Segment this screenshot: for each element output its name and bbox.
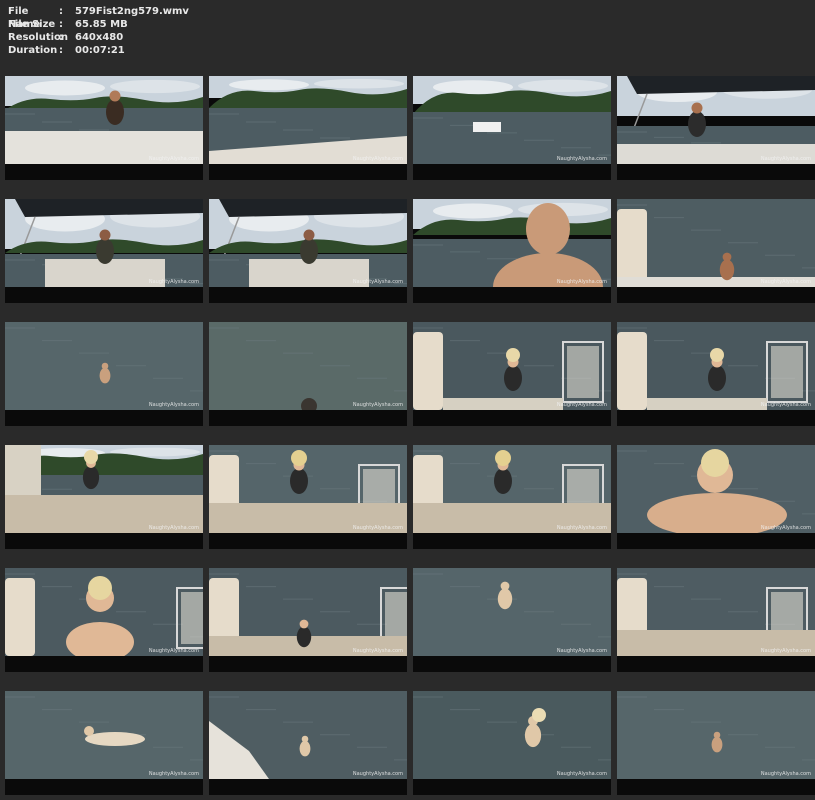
video-frame: NaughtyAlysha.com — [5, 691, 203, 779]
thumbnail-cell: NaughtyAlysha.com — [617, 445, 815, 549]
file-name-label: File Name — [8, 6, 41, 30]
thumbnail-cell: NaughtyAlysha.com — [413, 445, 611, 549]
video-frame: NaughtyAlysha.com — [209, 76, 407, 164]
video-frame: NaughtyAlysha.com — [209, 445, 407, 533]
thumbnail-cell: NaughtyAlysha.com — [617, 76, 815, 180]
file-info-panel: File Name : 579Fist2ng579.wmv File Size … — [8, 5, 189, 57]
thumbnail-cell: NaughtyAlysha.com — [617, 568, 815, 672]
watermark-text: NaughtyAlysha.com — [148, 156, 199, 162]
thumbnail-cell: NaughtyAlysha.com — [209, 568, 407, 672]
video-frame: NaughtyAlysha.com — [617, 691, 815, 779]
thumbnail-cell: NaughtyAlysha.com — [413, 691, 611, 795]
thumbnail-cell: NaughtyAlysha.com — [209, 691, 407, 795]
resolution-value: 640x480 — [75, 32, 124, 43]
file-size-separator: : — [59, 19, 63, 30]
video-frame: NaughtyAlysha.com — [5, 322, 203, 410]
resolution-row: Resolution : 640x480 — [8, 31, 189, 44]
video-frame: NaughtyAlysha.com — [617, 445, 815, 533]
watermark-text: NaughtyAlysha.com — [352, 402, 403, 408]
video-frame: NaughtyAlysha.com — [617, 568, 815, 656]
resolution-label: Resolution — [8, 32, 69, 43]
thumbnail-cell: NaughtyAlysha.com — [209, 445, 407, 549]
video-frame: NaughtyAlysha.com — [209, 691, 407, 779]
watermark-text: NaughtyAlysha.com — [352, 648, 403, 654]
watermark-text: NaughtyAlysha.com — [556, 771, 607, 777]
duration-row: Duration : 00:07:21 — [8, 44, 189, 57]
thumbnail-cell: NaughtyAlysha.com — [209, 322, 407, 426]
watermark-text: NaughtyAlysha.com — [760, 402, 811, 408]
watermark-text: NaughtyAlysha.com — [352, 771, 403, 777]
video-frame: NaughtyAlysha.com — [413, 76, 611, 164]
watermark-text: NaughtyAlysha.com — [148, 648, 199, 654]
thumbnail-cell: NaughtyAlysha.com — [617, 199, 815, 303]
thumbnail-cell: NaughtyAlysha.com — [413, 322, 611, 426]
video-frame: NaughtyAlysha.com — [617, 76, 815, 164]
file-size-row: File Size : 65.85 MB — [8, 18, 189, 31]
video-frame: NaughtyAlysha.com — [413, 322, 611, 410]
thumbnail-cell: NaughtyAlysha.com — [5, 568, 203, 672]
watermark-text: NaughtyAlysha.com — [760, 771, 811, 777]
watermark-text: NaughtyAlysha.com — [760, 156, 811, 162]
file-size-value: 65.85 MB — [75, 19, 128, 30]
video-frame: NaughtyAlysha.com — [209, 199, 407, 287]
watermark-text: NaughtyAlysha.com — [556, 156, 607, 162]
watermark-text: NaughtyAlysha.com — [352, 156, 403, 162]
duration-value: 00:07:21 — [75, 45, 125, 56]
watermark-text: NaughtyAlysha.com — [556, 402, 607, 408]
watermark-text: NaughtyAlysha.com — [556, 525, 607, 531]
watermark-text: NaughtyAlysha.com — [352, 279, 403, 285]
thumbnail-cell: NaughtyAlysha.com — [209, 76, 407, 180]
thumbnail-cell: NaughtyAlysha.com — [617, 322, 815, 426]
thumbnail-cell: NaughtyAlysha.com — [5, 76, 203, 180]
thumbnail-cell: NaughtyAlysha.com — [413, 568, 611, 672]
watermark-text: NaughtyAlysha.com — [556, 279, 607, 285]
watermark-text: NaughtyAlysha.com — [760, 648, 811, 654]
file-size-label: File Size — [8, 19, 56, 30]
video-frame: NaughtyAlysha.com — [413, 199, 611, 287]
video-frame: NaughtyAlysha.com — [413, 445, 611, 533]
video-frame: NaughtyAlysha.com — [617, 322, 815, 410]
duration-separator: : — [59, 45, 63, 56]
video-frame: NaughtyAlysha.com — [209, 322, 407, 410]
video-frame: NaughtyAlysha.com — [209, 568, 407, 656]
thumbnail-cell: NaughtyAlysha.com — [5, 322, 203, 426]
watermark-text: NaughtyAlysha.com — [148, 279, 199, 285]
thumbnail-cell: NaughtyAlysha.com — [5, 691, 203, 795]
watermark-text: NaughtyAlysha.com — [148, 771, 199, 777]
resolution-separator: : — [59, 32, 63, 43]
thumbnail-cell: NaughtyAlysha.com — [5, 445, 203, 549]
thumbnail-cell: NaughtyAlysha.com — [5, 199, 203, 303]
video-frame: NaughtyAlysha.com — [5, 76, 203, 164]
thumbnail-cell: NaughtyAlysha.com — [617, 691, 815, 795]
watermark-text: NaughtyAlysha.com — [760, 525, 811, 531]
video-frame: NaughtyAlysha.com — [413, 691, 611, 779]
thumbnail-cell: NaughtyAlysha.com — [209, 199, 407, 303]
thumbnail-cell: NaughtyAlysha.com — [413, 199, 611, 303]
watermark-text: NaughtyAlysha.com — [148, 525, 199, 531]
watermark-text: NaughtyAlysha.com — [760, 279, 811, 285]
video-frame: NaughtyAlysha.com — [413, 568, 611, 656]
thumbnail-cell: NaughtyAlysha.com — [413, 76, 611, 180]
video-frame: NaughtyAlysha.com — [5, 445, 203, 533]
video-frame: NaughtyAlysha.com — [5, 199, 203, 287]
watermark-text: NaughtyAlysha.com — [352, 525, 403, 531]
duration-label: Duration — [8, 45, 58, 56]
watermark-text: NaughtyAlysha.com — [148, 402, 199, 408]
contact-sheet: File Name : 579Fist2ng579.wmv File Size … — [0, 0, 815, 800]
watermark-text: NaughtyAlysha.com — [556, 648, 607, 654]
file-name-row: File Name : 579Fist2ng579.wmv — [8, 5, 189, 30]
video-frame: NaughtyAlysha.com — [5, 568, 203, 656]
file-name-separator: : — [59, 6, 63, 17]
video-frame: NaughtyAlysha.com — [617, 199, 815, 287]
file-name-value: 579Fist2ng579.wmv — [75, 6, 189, 17]
